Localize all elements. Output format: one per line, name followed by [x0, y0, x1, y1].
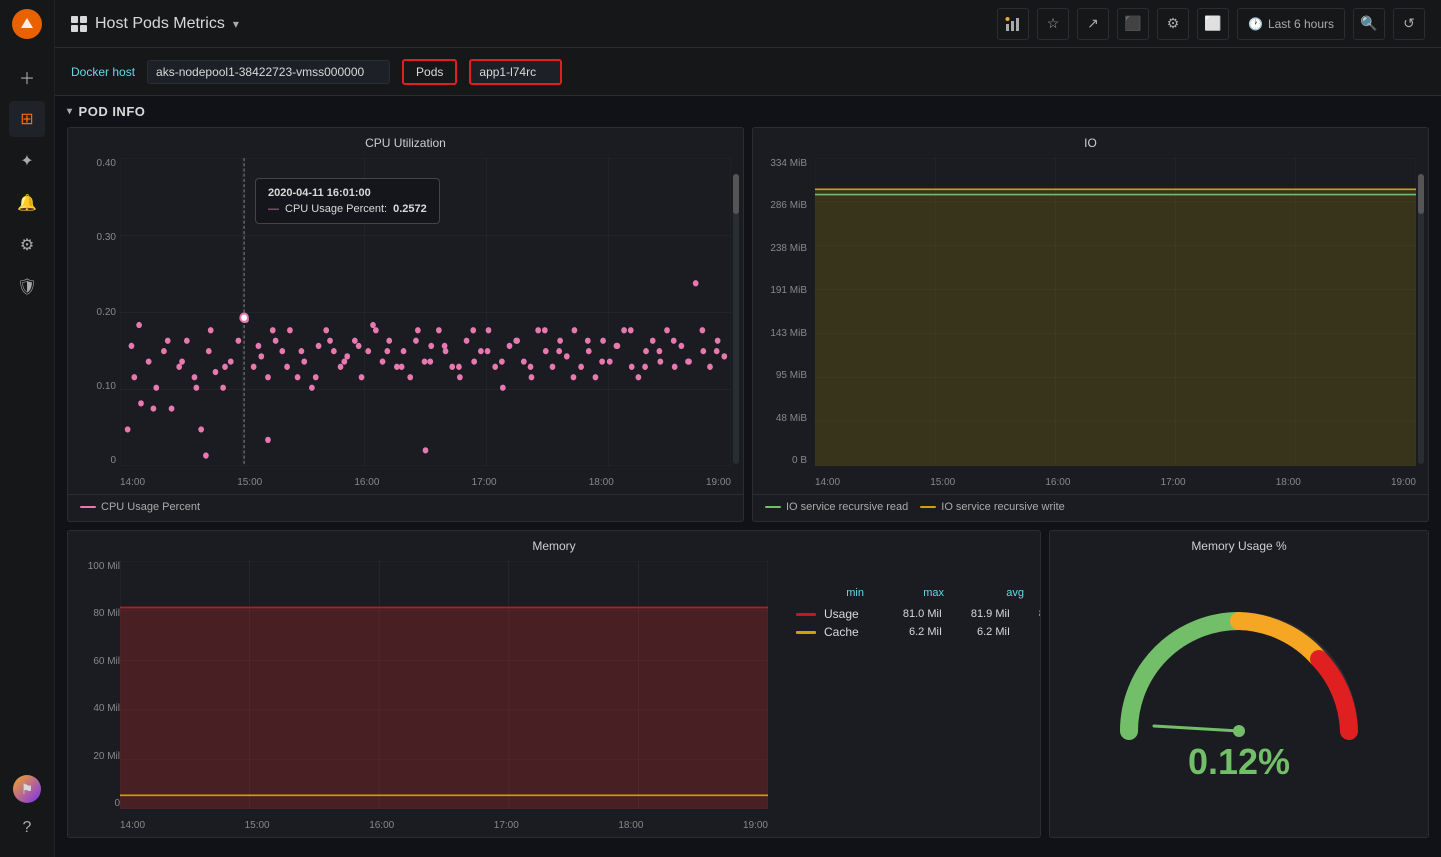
- pods-select[interactable]: app1-l74rc: [469, 59, 562, 85]
- cpu-scrollbar[interactable]: [733, 174, 739, 464]
- search-button[interactable]: 🔍: [1353, 8, 1385, 40]
- memory-yaxis: 100 Mil80 Mil60 Mil40 Mil20 Mil0: [68, 557, 124, 809]
- usage-stat-row: Usage 81.0 MiI 81.9 MiI 81.7 MiI: [796, 607, 1024, 621]
- memory-chart-title: Memory: [68, 531, 1040, 557]
- io-legend: IO service recursive read IO service rec…: [753, 494, 1428, 521]
- sidebar-item-help[interactable]: ?: [9, 810, 45, 846]
- memory-chart-panel: Memory 100 Mil80 Mil60 Mil40 Mil20 Mil0: [67, 530, 1041, 838]
- refresh-button[interactable]: ↺: [1393, 8, 1425, 40]
- app-logo[interactable]: [11, 8, 43, 40]
- time-range-button[interactable]: 🕐 Last 6 hours: [1237, 8, 1345, 40]
- sidebar: ＋ ⊞ ✦ 🔔 ⚙ 🛡 ⚑ ?: [0, 0, 55, 857]
- io-yaxis: 334 MiB286 MiB238 MiB191 MiB143 MiB95 Mi…: [753, 154, 811, 466]
- cpu-chart-title: CPU Utilization: [68, 128, 743, 154]
- share-button[interactable]: ↗: [1077, 8, 1109, 40]
- shield-icon: 🛡: [17, 277, 37, 297]
- grid-icon: [71, 16, 87, 32]
- main-content: Host Pods Metrics ▾ ☆ ↗ ⬛ ⚙: [55, 0, 1441, 857]
- avatar[interactable]: ⚑: [13, 775, 41, 803]
- star-button[interactable]: ☆: [1037, 8, 1069, 40]
- gauge-title: Memory Usage %: [1050, 531, 1428, 557]
- gauge-value: 0.12%: [1188, 741, 1290, 783]
- memory-chart-inner: [120, 561, 768, 809]
- cpu-chart-panel: CPU Utilization 0.400.300.200.100: [67, 127, 744, 522]
- memory-gauge-panel: Memory Usage %: [1049, 530, 1429, 838]
- display-icon: ⬜: [1204, 15, 1221, 32]
- grid-icon: ⊞: [20, 109, 33, 129]
- sidebar-item-add[interactable]: ＋: [9, 59, 45, 95]
- io-chart-panel: IO 334 MiB286 MiB238 MiB191 MiB143 MiB95…: [752, 127, 1429, 522]
- page-title: Host Pods Metrics ▾: [71, 15, 239, 33]
- gauge-container: 0.12%: [1099, 557, 1379, 837]
- display-button[interactable]: ⬜: [1197, 8, 1229, 40]
- docker-label: Docker host: [71, 65, 135, 79]
- io-svg: [815, 158, 1416, 466]
- sidebar-item-settings[interactable]: ⚙: [9, 227, 45, 263]
- topbar-actions: ☆ ↗ ⬛ ⚙ ⬜ 🕐 Last 6 hours 🔍 ↺: [997, 8, 1425, 40]
- clock-icon: 🕐: [1248, 17, 1263, 31]
- pods-button[interactable]: Pods: [402, 59, 457, 85]
- sidebar-item-explore[interactable]: ✦: [9, 143, 45, 179]
- help-icon: ?: [23, 819, 32, 837]
- settings-button[interactable]: ⚙: [1157, 8, 1189, 40]
- io-xaxis: 14:0015:0016:0017:0018:0019:00: [815, 477, 1416, 488]
- bell-icon: 🔔: [17, 193, 37, 213]
- share-icon: ↗: [1087, 15, 1099, 32]
- chart-tooltip: 2020-04-11 16:01:00 — CPU Usage Percent:…: [255, 178, 440, 224]
- charts-row-2: Memory 100 Mil80 Mil60 Mil40 Mil20 Mil0: [67, 530, 1429, 838]
- title-chevron[interactable]: ▾: [233, 17, 239, 31]
- cpu-chart-inner: 2020-04-11 16:01:00 — CPU Usage Percent:…: [120, 158, 731, 466]
- docker-host-select[interactable]: aks-nodepool1-38422723-vmss000000: [147, 60, 390, 84]
- star-icon: ☆: [1047, 15, 1060, 32]
- dashboard: ▾ POD INFO CPU Utilization 0.400.300.200…: [55, 96, 1441, 857]
- compass-icon: ✦: [20, 151, 33, 171]
- sidebar-item-shield[interactable]: 🛡: [9, 269, 45, 305]
- save-button[interactable]: ⬛: [1117, 8, 1149, 40]
- cache-stat-row: Cache 6.2 MiI 6.2 MiI 6.2 MiI: [796, 625, 1024, 639]
- memory-xaxis: 14:0015:0016:0017:0018:0019:00: [120, 820, 768, 831]
- sidebar-item-alerts[interactable]: 🔔: [9, 185, 45, 221]
- section-pod-info: ▾ POD INFO: [67, 104, 1429, 119]
- io-chart-title: IO: [753, 128, 1428, 154]
- charts-row-1: CPU Utilization 0.400.300.200.100: [67, 127, 1429, 522]
- cpu-legend: CPU Usage Percent: [68, 494, 743, 521]
- plus-icon: ＋: [19, 65, 35, 89]
- search-icon: 🔍: [1360, 15, 1377, 32]
- io-scrollbar[interactable]: [1418, 174, 1424, 464]
- memory-svg: [120, 561, 768, 809]
- chevron-icon[interactable]: ▾: [67, 106, 73, 117]
- memory-stats-table: min max avg Usage 81.0 MiI 81.9 MiI 81.7…: [780, 557, 1040, 837]
- cpu-xaxis: 14:0015:0016:0017:0018:0019:00: [120, 477, 731, 488]
- chart-type-button[interactable]: [997, 8, 1029, 40]
- filterbar: Docker host aks-nodepool1-38422723-vmss0…: [55, 48, 1441, 96]
- refresh-icon: ↺: [1403, 15, 1415, 32]
- gear-icon: ⚙: [20, 235, 34, 255]
- save-icon: ⬛: [1124, 15, 1141, 32]
- gauge-svg: [1099, 591, 1379, 751]
- io-chart-inner: [815, 158, 1416, 466]
- settings-icon: ⚙: [1167, 15, 1180, 32]
- topbar: Host Pods Metrics ▾ ☆ ↗ ⬛ ⚙: [55, 0, 1441, 48]
- cpu-yaxis: 0.400.300.200.100: [68, 154, 120, 466]
- sidebar-item-dashboard[interactable]: ⊞: [9, 101, 45, 137]
